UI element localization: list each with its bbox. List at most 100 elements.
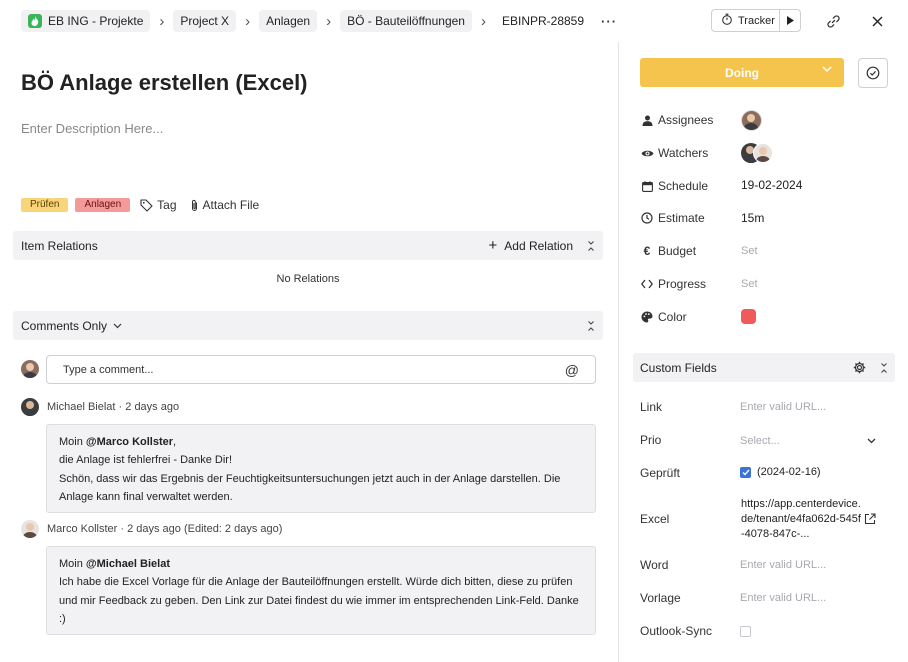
breadcrumb-label: EBINPR-28859	[501, 14, 585, 28]
comment-author[interactable]: Michael Bielat	[47, 401, 115, 413]
comment-body: Moin @Michael Bielat Ich habe die Excel …	[46, 546, 596, 635]
tracker-start[interactable]: Tracker	[712, 13, 779, 28]
section-title: Item Relations	[21, 238, 98, 253]
breadcrumb-bauteiloeffnungen[interactable]: BÖ - Bauteilöffnungen	[340, 10, 472, 32]
cf-link-input[interactable]: Enter valid URL...	[740, 401, 826, 413]
cf-excel-link[interactable]: https://app.centerdevice.de/tenant/e4fa0…	[741, 497, 861, 542]
mention-icon[interactable]: @	[565, 362, 579, 378]
status-label: Doing	[725, 65, 759, 80]
more-options-icon[interactable]: ···	[601, 14, 617, 29]
property-label: Progress	[658, 277, 707, 291]
cf-excel-label: Excel	[640, 512, 670, 526]
cf-geprueft-label: Geprüft	[640, 466, 681, 480]
comment-line: Schön, dass wir das Ergebnis der Feuchti…	[59, 472, 561, 503]
close-button[interactable]	[868, 12, 886, 30]
property-label: Schedule	[658, 179, 709, 193]
schedule-value[interactable]: 19-02-2024	[741, 178, 802, 192]
property-label: Assignees	[658, 113, 714, 127]
mark-done-button[interactable]	[858, 58, 888, 88]
play-button[interactable]	[779, 10, 800, 31]
tag-icon	[140, 198, 153, 212]
comment-line: Moin @Michael Bielat	[59, 558, 170, 570]
outlook-sync-checkbox[interactable]	[740, 626, 751, 637]
cf-vorlage-input[interactable]: Enter valid URL...	[740, 592, 826, 604]
progress-property: Progress	[640, 275, 706, 293]
breadcrumb-anlagen[interactable]: Anlagen	[259, 10, 318, 32]
cf-prio-label: Prio	[640, 433, 662, 447]
budget-value[interactable]: Set	[741, 245, 758, 257]
property-label: Color	[658, 310, 687, 324]
prio-placeholder: Select...	[740, 435, 780, 447]
add-tag-button[interactable]: Tag	[140, 198, 177, 212]
euro-icon: €	[643, 244, 651, 258]
comment-placeholder: Type a comment...	[63, 363, 154, 376]
status-dropdown[interactable]: Doing	[640, 58, 844, 87]
color-value[interactable]	[741, 309, 756, 324]
chevron-down-icon	[822, 66, 832, 73]
breadcrumb-item-id[interactable]: EBINPR-28859	[495, 10, 591, 32]
color-swatch[interactable]	[741, 309, 756, 324]
plus-icon: +	[488, 237, 498, 254]
attach-file-button[interactable]: Attach File	[190, 198, 260, 212]
tag-pruefen[interactable]: Prüfen	[21, 198, 69, 212]
avatar	[21, 398, 39, 416]
clock-icon	[640, 212, 654, 224]
watchers-value[interactable]	[741, 143, 773, 163]
gear-icon[interactable]	[853, 361, 866, 374]
section-title: Custom Fields	[640, 360, 717, 375]
assignees-value[interactable]	[741, 110, 762, 131]
external-link-icon	[864, 513, 876, 525]
cf-word-input[interactable]: Enter valid URL...	[740, 559, 826, 571]
assignee-avatar[interactable]	[741, 110, 762, 131]
eye-icon	[640, 149, 654, 158]
comment-line: Moin @Marco Kollster,	[59, 436, 177, 448]
breadcrumb-label: Project X	[180, 14, 230, 28]
breadcrumb-label: BÖ - Bauteilöffnungen	[347, 14, 465, 28]
link-icon	[826, 14, 840, 28]
open-external-button[interactable]	[864, 513, 876, 528]
palette-icon	[640, 311, 654, 323]
panel-divider	[618, 42, 619, 662]
attach-button-label: Attach File	[202, 198, 260, 212]
property-label: Budget	[658, 244, 697, 258]
geprueft-checkbox[interactable]	[740, 466, 751, 478]
play-icon	[786, 16, 794, 25]
mention[interactable]: @Michael Bielat	[86, 558, 170, 570]
avatar	[21, 520, 39, 538]
tag-button-label: Tag	[157, 198, 177, 212]
tracker-button[interactable]: Tracker	[711, 9, 801, 32]
progress-value[interactable]: Set	[741, 278, 758, 290]
description-field[interactable]: Enter Description Here...	[21, 121, 163, 136]
calendar-icon	[640, 180, 654, 192]
add-relation-button[interactable]: + Add Relation	[489, 238, 573, 253]
comment-meta: · 2 days ago	[118, 401, 180, 413]
estimate-value[interactable]: 15m	[741, 211, 764, 225]
comment-line: die Anlage ist fehlerfrei - Danke Dir!	[59, 454, 233, 467]
mention[interactable]: @Marco Kollster	[86, 436, 173, 448]
chevron-down-icon	[867, 438, 876, 444]
collapse-icon[interactable]	[587, 240, 595, 252]
tag-anlagen[interactable]: Anlagen	[75, 198, 131, 212]
breadcrumb-project[interactable]: EB ING - Projekte	[21, 10, 151, 32]
paperclip-icon	[191, 199, 197, 211]
collapse-icon[interactable]	[587, 320, 595, 332]
comment-input[interactable]: Type a comment... @	[46, 355, 596, 384]
no-relations-text: No Relations	[276, 273, 340, 285]
comment-meta: · 2 days ago (Edited: 2 days ago)	[120, 523, 283, 535]
cf-prio-select[interactable]: Select...	[740, 435, 876, 447]
project-icon	[28, 14, 42, 28]
cf-geprueft-value: (2024-02-16)	[740, 466, 821, 478]
comments-filter-dropdown[interactable]: Comments Only	[21, 319, 122, 333]
estimate-property: Estimate	[640, 209, 705, 227]
comment-author[interactable]: Marco Kollster	[47, 523, 117, 535]
comments-filter-label: Comments Only	[21, 318, 108, 333]
watcher-avatar[interactable]	[753, 143, 773, 163]
cf-outlook-value	[740, 626, 757, 640]
collapse-icon[interactable]	[880, 362, 888, 374]
item-relations-header: Item Relations + Add Relation	[13, 231, 603, 260]
chevron-down-icon	[113, 323, 122, 328]
item-title[interactable]: BÖ Anlage erstellen (Excel)	[21, 70, 308, 96]
stopwatch-icon	[721, 13, 733, 28]
breadcrumb-project-x[interactable]: Project X	[173, 10, 237, 32]
copy-link-button[interactable]	[824, 12, 842, 30]
